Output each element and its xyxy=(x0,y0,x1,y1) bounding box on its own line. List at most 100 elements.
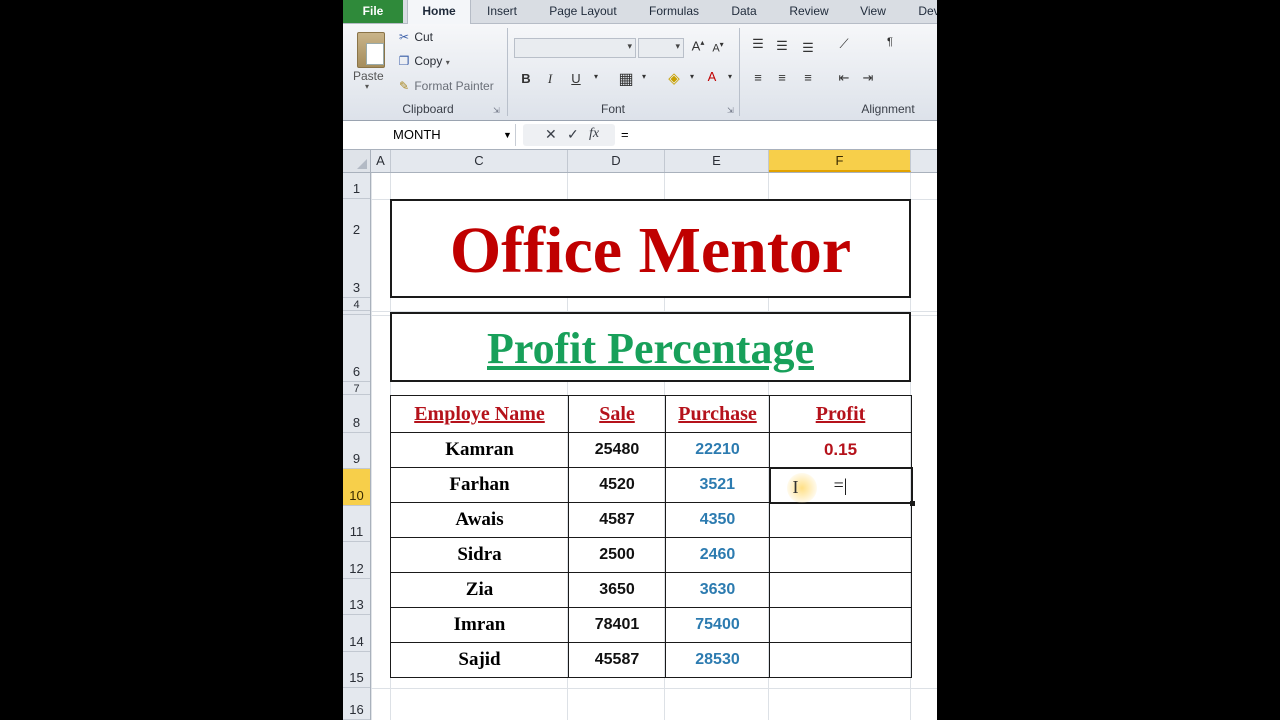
cell-profit[interactable] xyxy=(769,642,912,678)
grow-font-icon[interactable]: A▴ xyxy=(689,38,707,53)
row-header-10[interactable]: 10 xyxy=(343,469,370,506)
tab-developer[interactable]: Dev xyxy=(909,0,937,23)
header-purchase[interactable]: Purchase xyxy=(665,395,770,433)
align-right-icon[interactable]: ≡ xyxy=(799,70,817,85)
column-header-d[interactable]: D xyxy=(568,150,665,172)
cell-sale[interactable]: 45587 xyxy=(568,642,666,678)
chevron-down-icon[interactable]: ▾ xyxy=(635,72,653,81)
subtitle-box[interactable]: Profit Percentage xyxy=(390,312,911,382)
row-header-9[interactable]: 9 xyxy=(343,433,370,469)
tab-view[interactable]: View xyxy=(851,0,895,23)
align-bottom-icon[interactable]: ☰ xyxy=(799,40,817,56)
shrink-font-icon[interactable]: A▾ xyxy=(709,40,727,55)
bold-button[interactable]: B xyxy=(517,71,535,86)
title-box[interactable]: Office Mentor xyxy=(390,199,911,298)
cell-purchase[interactable]: 4350 xyxy=(665,502,770,538)
select-all-button[interactable] xyxy=(343,150,371,172)
cell-name[interactable]: Zia xyxy=(390,572,569,608)
cell-name[interactable]: Awais xyxy=(390,502,569,538)
row-header-1[interactable]: 1 xyxy=(343,173,370,199)
row-header-12[interactable]: 12 xyxy=(343,542,370,579)
cell-purchase[interactable]: 3630 xyxy=(665,572,770,608)
cell-purchase[interactable]: 22210 xyxy=(665,432,770,468)
chevron-down-icon[interactable]: ▾ xyxy=(683,72,701,81)
cell-purchase[interactable]: 28530 xyxy=(665,642,770,678)
cell-sale[interactable]: 3650 xyxy=(568,572,666,608)
dialog-launcher-icon[interactable]: ⇲ xyxy=(493,106,500,115)
font-size-combo[interactable]: ▾ xyxy=(638,38,684,58)
cell-name[interactable]: Sajid xyxy=(390,642,569,678)
cut-button[interactable]: ✂ Cut xyxy=(397,30,433,44)
row-header-16[interactable]: 16 xyxy=(343,688,370,720)
borders-icon[interactable]: ▦ xyxy=(617,69,635,89)
font-name-combo[interactable]: ▾ xyxy=(514,38,636,58)
cell-name[interactable]: Farhan xyxy=(390,467,569,503)
align-center-icon[interactable]: ≡ xyxy=(773,70,791,85)
cell-profit[interactable]: 0.15 xyxy=(769,432,912,468)
cell-sale[interactable]: 4587 xyxy=(568,502,666,538)
insert-function-icon[interactable]: fx xyxy=(589,126,599,142)
tab-file[interactable]: File xyxy=(343,0,403,23)
header-sale[interactable]: Sale xyxy=(568,395,666,433)
chevron-down-icon[interactable]: ▾ xyxy=(721,72,739,81)
cell-purchase[interactable]: 2460 xyxy=(665,537,770,573)
tab-insert[interactable]: Insert xyxy=(477,0,527,23)
underline-button[interactable]: U xyxy=(567,71,585,86)
cell-name[interactable]: Sidra xyxy=(390,537,569,573)
formula-input[interactable]: = xyxy=(621,124,629,146)
cell-profit[interactable] xyxy=(769,502,912,538)
decrease-indent-icon[interactable]: ⇤ xyxy=(835,70,853,86)
dialog-launcher-icon[interactable]: ⇲ xyxy=(727,106,734,115)
align-middle-icon[interactable]: ☰ xyxy=(773,38,791,54)
column-header-c[interactable]: C xyxy=(391,150,568,172)
tab-review[interactable]: Review xyxy=(779,0,839,23)
row-header-14[interactable]: 14 xyxy=(343,615,370,652)
row-header-6[interactable]: 6 xyxy=(343,315,370,382)
align-left-icon[interactable]: ≡ xyxy=(749,70,767,85)
chevron-down-icon[interactable]: ▾ xyxy=(587,72,605,81)
format-painter-button[interactable]: ✎ Format Painter xyxy=(397,79,494,93)
cell-profit[interactable] xyxy=(769,607,912,643)
worksheet-grid[interactable]: Office Mentor Profit Percentage Employe … xyxy=(371,173,937,720)
increase-indent-icon[interactable]: ⇥ xyxy=(859,70,877,86)
italic-button[interactable]: I xyxy=(541,71,559,87)
fill-color-icon[interactable]: ◈ xyxy=(665,69,683,87)
chevron-down-icon[interactable]: ▼ xyxy=(503,124,512,146)
column-header-a[interactable]: A xyxy=(371,150,391,172)
tab-data[interactable]: Data xyxy=(721,0,767,23)
name-box[interactable]: MONTH ▼ xyxy=(343,124,516,146)
cell-sale[interactable]: 25480 xyxy=(568,432,666,468)
row-header-7[interactable]: 7 xyxy=(343,382,370,395)
row-header-2[interactable]: 2 xyxy=(343,199,370,239)
cell-sale[interactable]: 2500 xyxy=(568,537,666,573)
cell-name[interactable]: Imran xyxy=(390,607,569,643)
cancel-icon[interactable]: ✕ xyxy=(545,126,557,143)
cell-sale[interactable]: 78401 xyxy=(568,607,666,643)
font-color-icon[interactable]: A xyxy=(703,69,721,84)
active-cell-profit[interactable]: I =| xyxy=(768,466,915,506)
row-header-13[interactable]: 13 xyxy=(343,579,370,615)
cell-name[interactable]: Kamran xyxy=(390,432,569,468)
cell-purchase[interactable]: 75400 xyxy=(665,607,770,643)
row-header-4[interactable]: 4 xyxy=(343,298,370,311)
copy-button[interactable]: ❐ Copy ▾ xyxy=(397,54,450,68)
orientation-icon[interactable]: ⟋ xyxy=(835,36,853,52)
enter-icon[interactable]: ✓ xyxy=(567,126,579,143)
row-header-3[interactable]: 3 xyxy=(343,239,370,298)
cell-profit[interactable] xyxy=(769,572,912,608)
cell-profit[interactable] xyxy=(769,537,912,573)
fill-handle[interactable] xyxy=(909,500,915,506)
row-header-15[interactable]: 15 xyxy=(343,652,370,688)
header-employee-name[interactable]: Employe Name xyxy=(390,395,569,433)
text-direction-icon[interactable]: ¶ xyxy=(881,36,899,48)
tab-page-layout[interactable]: Page Layout xyxy=(539,0,627,23)
column-header-f[interactable]: F xyxy=(769,150,911,172)
column-header-e[interactable]: E xyxy=(665,150,769,172)
tab-formulas[interactable]: Formulas xyxy=(639,0,709,23)
row-header-8[interactable]: 8 xyxy=(343,395,370,433)
row-header-11[interactable]: 11 xyxy=(343,506,370,542)
tab-home[interactable]: Home xyxy=(407,0,471,24)
header-profit[interactable]: Profit xyxy=(769,395,912,433)
cell-sale[interactable]: 4520 xyxy=(568,467,666,503)
align-top-icon[interactable]: ☰ xyxy=(749,36,767,52)
